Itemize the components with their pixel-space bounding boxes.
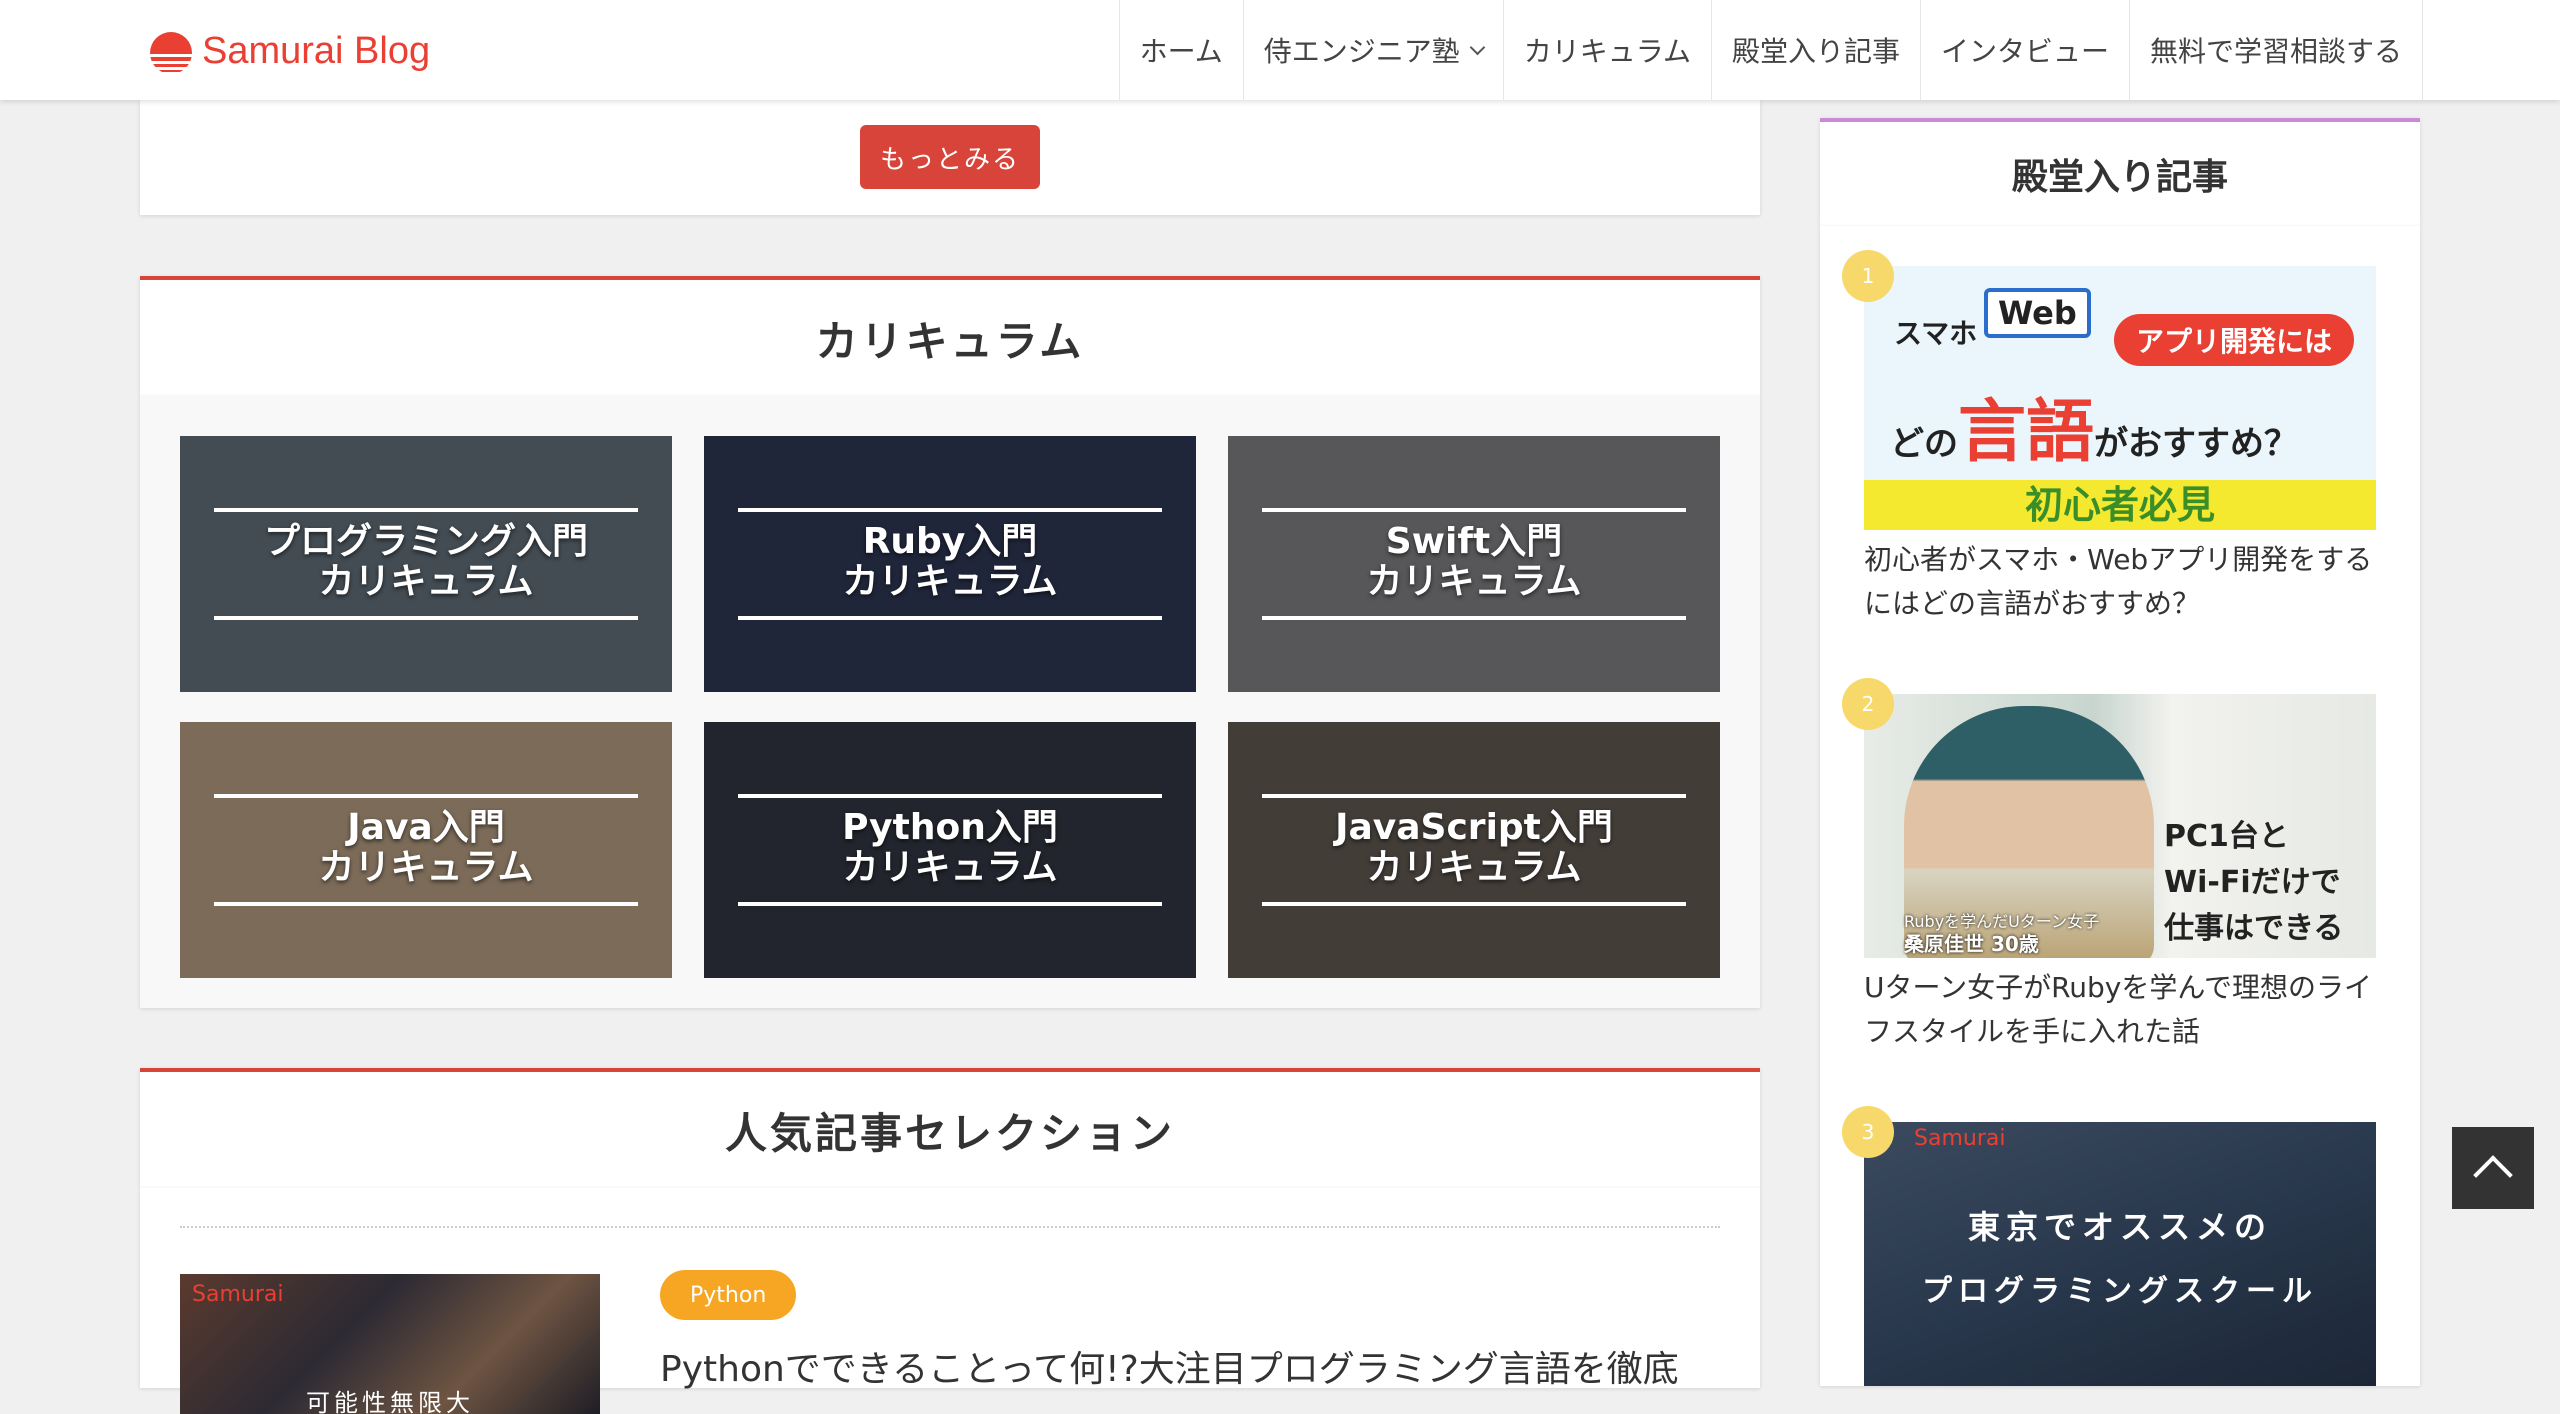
tile-label: JavaScript入門 カリキュラム xyxy=(1335,807,1613,888)
more-button[interactable]: もっとみる xyxy=(860,125,1040,189)
nav-label: 無料で学習相談する xyxy=(2149,35,2402,68)
tile-label: プログラミング入門 カリキュラム xyxy=(263,521,588,602)
tile-label: Java入門 カリキュラム xyxy=(318,807,534,888)
back-to-top-button[interactable] xyxy=(2452,1127,2534,1209)
curriculum-tile[interactable]: Java入門 カリキュラム xyxy=(180,722,672,978)
nav-item-consultation[interactable]: 無料で学習相談する xyxy=(2130,0,2423,100)
ranking-item[interactable]: Rubyを学んだUターン女子 桑原佳世 30歳 PC1台と Wi-Fiだけで 仕事は… xyxy=(1842,678,2376,1054)
nav-label: カリキュラム xyxy=(1523,35,1691,68)
nav-item-curriculum[interactable]: カリキュラム xyxy=(1504,0,1712,100)
curriculum-tile[interactable]: プログラミング入門 カリキュラム xyxy=(180,436,672,692)
thumb-text: プログラミングスクール xyxy=(1922,1274,2318,1309)
thumb-text: 東京でオススメの xyxy=(1967,1208,2272,1246)
curriculum-tile[interactable]: JavaScript入門 カリキュラム xyxy=(1228,722,1720,978)
chevron-down-icon xyxy=(1469,39,1486,55)
nav-item-interview[interactable]: インタビュー xyxy=(1921,0,2130,100)
logo-text: Samurai Blog xyxy=(202,30,431,72)
popular-list: Samurai 可能性無限大 Python Pythonでできることって何!?大… xyxy=(140,1188,1760,1414)
nav-item-school[interactable]: 侍エンジニア塾 xyxy=(1244,0,1504,100)
thumb-brand: Samurai xyxy=(1914,1126,2006,1151)
rank-badge: 1 xyxy=(1842,250,1894,302)
curriculum-heading: カリキュラム xyxy=(140,276,1760,396)
tile-label: Swift入門 カリキュラム xyxy=(1366,521,1582,602)
rank-badge: 2 xyxy=(1842,678,1894,730)
main-nav: ホーム 侍エンジニア塾 カリキュラム 殿堂入り記事 インタビュー 無料で学習相談… xyxy=(1118,0,2423,100)
ranking-item[interactable]: スマホ Web アプリ開発には どの言語がおすすめ？ 初心者必見 1 初心者がス… xyxy=(1842,250,2376,626)
thumb-text: PC1台と Wi-Fiだけで 仕事はできる xyxy=(2164,819,2344,946)
thumb-text: Web xyxy=(1984,288,2091,338)
thumb-text: どの言語がおすすめ？ xyxy=(1890,393,2299,472)
ranking-thumbnail[interactable]: Rubyを学んだUターン女子 桑原佳世 30歳 PC1台と Wi-Fiだけで 仕事は… xyxy=(1864,694,2376,958)
site-logo[interactable]: Samurai Blog xyxy=(148,30,430,73)
curriculum-grid: プログラミング入門 カリキュラム Ruby入門 カリキュラム Swift入門 カリキュ… xyxy=(140,396,1760,1008)
nav-item-home[interactable]: ホーム xyxy=(1120,0,1244,100)
curriculum-tile[interactable]: Python入門 カリキュラム xyxy=(704,722,1196,978)
site-header: Samurai Blog ホーム 侍エンジニア塾 カリキュラム 殿堂入り記事 イ… xyxy=(0,0,2560,100)
chevron-up-icon xyxy=(2473,1155,2513,1195)
curriculum-tile[interactable]: Ruby入門 カリキュラム xyxy=(704,436,1196,692)
ranking-title[interactable]: Uターン女子がRubyを学んで理想のライフスタイルを手に入れた話 xyxy=(1864,966,2376,1054)
thumb-brand: Samurai xyxy=(192,1282,284,1307)
article-thumbnail[interactable]: Samurai 可能性無限大 xyxy=(180,1274,600,1414)
category-tag[interactable]: Python xyxy=(660,1270,797,1320)
tile-label: Python入門 カリキュラム xyxy=(842,807,1058,888)
curriculum-tile[interactable]: Swift入門 カリキュラム xyxy=(1228,436,1720,692)
divider xyxy=(180,1226,1720,1228)
logo-sun-icon xyxy=(148,31,194,72)
popular-heading: 人気記事セレクション xyxy=(140,1068,1760,1188)
ranking-thumbnail[interactable]: Samurai 東京でオススメの プログラミングスクール xyxy=(1864,1122,2376,1386)
article-title[interactable]: Pythonでできることって何!?大注目プログラミング言語を徹底 xyxy=(660,1340,1679,1392)
sidebar-heading: 殿堂入り記事 xyxy=(1820,118,2420,226)
nav-label: 殿堂入り記事 xyxy=(1731,35,1900,68)
rank-badge: 3 xyxy=(1842,1106,1894,1158)
nav-label: インタビュー xyxy=(1940,35,2109,68)
ranking-item[interactable]: Samurai 東京でオススメの プログラミングスクール 3 xyxy=(1842,1106,2376,1386)
thumb-text: スマホ xyxy=(1894,317,1978,350)
thumb-text: アプリ開発には xyxy=(2114,314,2355,366)
sidebar-ranking: スマホ Web アプリ開発には どの言語がおすすめ？ 初心者必見 1 初心者がス… xyxy=(1820,226,2420,1386)
nav-label: ホーム xyxy=(1139,35,1223,68)
thumb-text: 初心者必見 xyxy=(1864,480,2376,530)
ranking-thumbnail[interactable]: スマホ Web アプリ開発には どの言語がおすすめ？ 初心者必見 xyxy=(1864,266,2376,530)
tile-label: Ruby入門 カリキュラム xyxy=(842,521,1058,602)
nav-label: 侍エンジニア塾 xyxy=(1263,35,1460,68)
thumb-caption: 可能性無限大 xyxy=(306,1389,474,1414)
nav-item-hall-of-fame[interactable]: 殿堂入り記事 xyxy=(1712,0,1921,100)
thumb-text: 桑原佳世 30歳 xyxy=(1904,932,2039,956)
more-card: もっとみる xyxy=(140,100,1760,215)
ranking-title[interactable]: 初心者がスマホ・Webアプリ開発をするにはどの言語がおすすめ？ xyxy=(1864,538,2376,626)
